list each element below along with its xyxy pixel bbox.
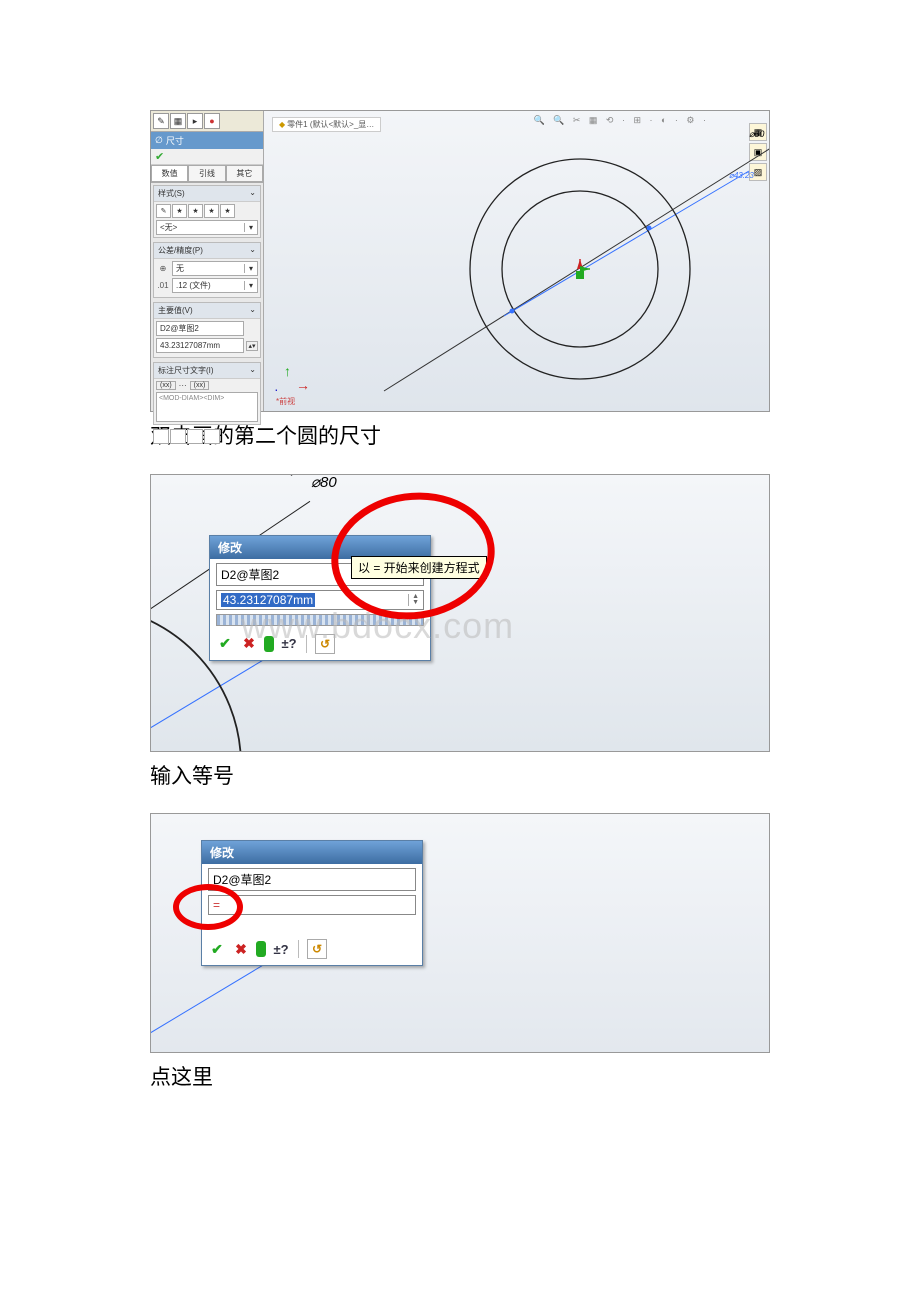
dimension-label: ⌀80 — [311, 474, 337, 491]
chevron-down-icon: ▾ — [244, 264, 257, 273]
view-label: *前视 — [276, 396, 295, 407]
style-icon[interactable]: ★ — [220, 204, 235, 218]
spinner-icon[interactable]: ▴▾ — [246, 341, 258, 351]
align-button[interactable] — [153, 429, 169, 444]
dimension-icon: ∅ — [155, 135, 163, 146]
rebuild-button[interactable] — [256, 941, 266, 957]
precision-icon: .01 — [156, 279, 170, 292]
style-icon[interactable]: ★ — [188, 204, 203, 218]
style-icon[interactable]: ✎ — [156, 204, 171, 218]
tool-icon[interactable]: ▸ — [187, 113, 203, 129]
panel-toolbar: ✎ ▦ ▸ ● — [151, 111, 263, 132]
style-icon[interactable]: ★ — [172, 204, 187, 218]
panel-tabs: 数值 引线 其它 — [151, 165, 263, 183]
watermark: www.bdocx.com — [241, 605, 514, 647]
text-sep: ··· — [179, 381, 187, 390]
section-title: 主要值(V)⌄ — [154, 303, 260, 319]
style-select[interactable]: <无>▾ — [156, 220, 258, 235]
section-title: 公差/精度(P)⌄ — [154, 243, 260, 259]
sketch-line — [150, 813, 310, 820]
collapse-icon[interactable]: ⌄ — [249, 188, 256, 199]
figure-modify-equals: 修改 D2@草图2 = ✔ ✖ ±? ↺ — [150, 813, 770, 1053]
align-button[interactable] — [170, 429, 186, 444]
precision-select[interactable]: .12 (文件)▾ — [172, 278, 258, 293]
reset-button[interactable]: ↺ — [307, 939, 327, 959]
figure-solidworks-dimension: ✎ ▦ ▸ ● ∅ 尺寸 ✔ 数值 引线 其它 样式(S)⌄ ✎ ★ — [150, 110, 770, 412]
graphics-area[interactable]: ◆零件1 (默认<默认>_显… 🔍 🔍 ✂ ▦ ⟲ · ⊞ · ◐ · ⚙ · … — [264, 111, 769, 411]
ok-button[interactable]: ✔ — [216, 635, 234, 653]
style-icon[interactable]: ★ — [204, 204, 219, 218]
dim-name-input[interactable]: D2@草图2 — [156, 321, 244, 336]
tab-other[interactable]: 其它 — [226, 165, 263, 182]
equation-tooltip: 以 = 开始来创建方程式 — [351, 556, 487, 579]
dimension-label[interactable]: ⌀80 — [749, 129, 764, 140]
panel-title: ∅ 尺寸 — [151, 132, 263, 149]
chevron-down-icon: ▾ — [244, 281, 257, 290]
text-layout-button[interactable]: (xx) — [156, 381, 176, 390]
dim-name-field[interactable]: D2@草图2 — [208, 868, 416, 891]
text-layout-button[interactable]: (xx) — [190, 381, 210, 390]
property-panel: ✎ ▦ ▸ ● ∅ 尺寸 ✔ 数值 引线 其它 样式(S)⌄ ✎ ★ — [151, 111, 264, 411]
collapse-icon[interactable]: ⌄ — [249, 305, 256, 316]
collapse-icon[interactable]: ⌄ — [249, 365, 256, 376]
tool-icon[interactable]: ● — [204, 113, 220, 129]
ok-button[interactable]: ✔ — [208, 940, 226, 958]
modify-dialog: 修改 D2@草图2 = ✔ ✖ ±? ↺ — [201, 840, 423, 966]
dim-text-area[interactable]: <MOD-DIAM><DIM> — [156, 392, 258, 422]
primary-value-section: 主要值(V)⌄ D2@草图2 43.23127087mm ▴▾ — [153, 302, 261, 358]
section-title: 标注尺寸文字(I)⌄ — [154, 363, 260, 379]
tol-icon: ⊕ — [156, 262, 170, 275]
style-section: 样式(S)⌄ ✎ ★ ★ ★ ★ <无>▾ — [153, 185, 261, 238]
caption-2: 输入等号 — [150, 760, 770, 794]
tool-icon[interactable]: ▦ — [170, 113, 186, 129]
dialog-title: 修改 — [202, 841, 422, 864]
dimension-text-section: 标注尺寸文字(I)⌄ (xx) ··· (xx) <MOD-DIAM><DIM> — [153, 362, 261, 425]
cancel-button[interactable]: ✖ — [232, 940, 250, 958]
chevron-down-icon: ▾ — [244, 223, 257, 232]
caption-3: 点这里 — [150, 1061, 770, 1095]
dimension-label[interactable]: ⌀43.23 — [729, 171, 754, 180]
tab-value[interactable]: 数值 — [151, 165, 188, 182]
accept-button[interactable]: ✔ — [151, 149, 263, 165]
tab-leader[interactable]: 引线 — [188, 165, 225, 182]
tool-icon[interactable]: ✎ — [153, 113, 169, 129]
section-title: 样式(S)⌄ — [154, 186, 260, 202]
sketch-svg — [264, 111, 769, 411]
align-button[interactable] — [204, 429, 220, 444]
plus-minus-button[interactable]: ±? — [272, 940, 290, 958]
tol-select[interactable]: 无▾ — [172, 261, 258, 276]
figure-modify-dialog: ⌀80 修改 D2@草图2 43.23127087mm ▲▼ ✔ ✖ ±? ↺ — [150, 474, 770, 752]
collapse-icon[interactable]: ⌄ — [249, 245, 256, 256]
dim-value-input[interactable]: 43.23127087mm — [156, 338, 244, 353]
dialog-actions: ✔ ✖ ±? ↺ — [208, 937, 416, 961]
dim-value-field[interactable]: = — [208, 895, 416, 915]
text-align-buttons — [153, 429, 261, 444]
align-button[interactable] — [187, 429, 203, 444]
tolerance-section: 公差/精度(P)⌄ ⊕无▾ .01.12 (文件)▾ — [153, 242, 261, 298]
